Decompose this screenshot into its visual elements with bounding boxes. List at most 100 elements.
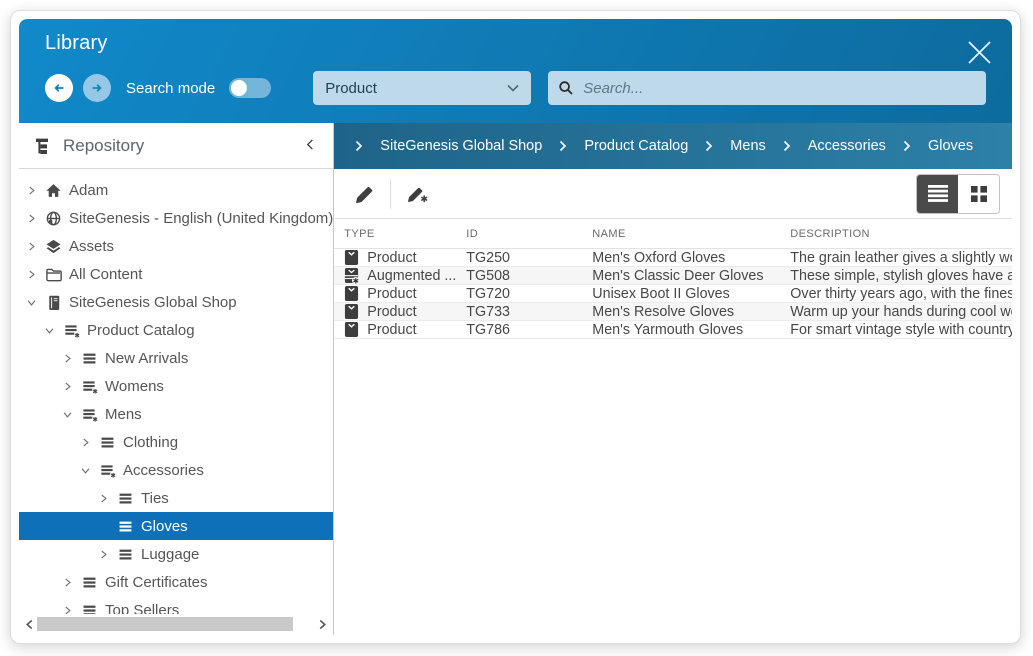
forward-arrow-icon	[89, 80, 105, 96]
chevron-right-icon[interactable]	[61, 381, 73, 392]
title-row: Library	[45, 32, 986, 55]
tree-item-label: Ties	[141, 490, 169, 507]
chevron-expanded-icon[interactable]	[43, 325, 55, 336]
chevron-right-icon[interactable]	[97, 549, 109, 560]
tree-item-luggage[interactable]: Luggage	[19, 540, 333, 568]
chevron-expanded-icon[interactable]	[25, 297, 37, 308]
breadcrumb-item-product-catalog[interactable]: Product Catalog	[584, 138, 688, 154]
tree-item-product-catalog[interactable]: Product Catalog	[19, 316, 333, 344]
cell-type: Product	[334, 321, 456, 338]
list-view-button[interactable]	[917, 175, 958, 213]
chevron-right-icon[interactable]	[25, 269, 37, 280]
breadcrumb-item-accessories[interactable]: Accessories	[808, 138, 886, 154]
chevron-right-icon[interactable]	[61, 353, 73, 364]
repository-icon	[33, 136, 53, 156]
table-row-tg733[interactable]: ProductTG733Men's Resolve GlovesWarm up …	[334, 303, 1012, 321]
breadcrumb-chevron-icon	[559, 140, 567, 152]
search-mode-toggle[interactable]	[229, 78, 271, 98]
cell-name: Unisex Boot II Gloves	[582, 286, 780, 302]
table-row-tg250[interactable]: ProductTG250Men's Oxford GlovesThe grain…	[334, 249, 1012, 267]
chevron-right-icon[interactable]	[25, 213, 37, 224]
cell-description: Warm up your hands during cool weat...	[780, 304, 1012, 320]
product-icon	[344, 249, 359, 266]
list-view-icon	[927, 184, 949, 203]
chevron-right-icon[interactable]	[61, 577, 73, 588]
chevron-right-icon[interactable]	[79, 437, 91, 448]
breadcrumb-item-gloves[interactable]: Gloves	[928, 138, 973, 154]
tree-item-label: Womens	[105, 378, 164, 395]
pencil-star-icon	[405, 183, 429, 205]
tree-item-adam[interactable]: Adam	[19, 176, 333, 204]
tree-item-label: Clothing	[123, 434, 178, 451]
chevron-right-icon[interactable]	[61, 605, 73, 615]
tree-item-accessories[interactable]: Accessories	[19, 456, 333, 484]
grid-view-button[interactable]	[958, 175, 999, 213]
search-box	[548, 71, 986, 105]
app-body: Repository AdamSiteGenesis - English (Un…	[19, 123, 1012, 635]
cell-name: Men's Classic Deer Gloves	[582, 268, 780, 284]
tree-item-ties[interactable]: Ties	[19, 484, 333, 512]
cell-name: Men's Yarmouth Gloves	[582, 322, 780, 338]
search-input[interactable]	[581, 79, 976, 98]
chevron-expanded-icon[interactable]	[79, 465, 91, 476]
sidebar-horizontal-scrollbar	[22, 616, 330, 632]
type-label: Product	[367, 286, 416, 302]
column-header-name[interactable]: NAME	[582, 228, 780, 240]
grid-view-icon	[969, 184, 989, 204]
tree-item-sitegenesis-english-united-kingdom[interactable]: SiteGenesis - English (United Kingdom)	[19, 204, 333, 232]
scroll-left-icon[interactable]	[22, 619, 37, 630]
chevron-right-icon[interactable]	[25, 241, 37, 252]
search-mode-label: Search mode	[126, 80, 215, 97]
table-row-tg508[interactable]: Augmented ...TG508Men's Classic Deer Glo…	[334, 267, 1012, 285]
home-icon	[44, 182, 62, 199]
chevron-right-icon[interactable]	[97, 493, 109, 504]
breadcrumb-item-mens[interactable]: Mens	[730, 138, 765, 154]
chevron-expanded-icon[interactable]	[61, 409, 73, 420]
cell-id: TG720	[456, 286, 582, 302]
column-header-type[interactable]: TYPE	[334, 228, 456, 240]
catalog-icon	[44, 294, 62, 311]
product-icon	[344, 285, 359, 302]
cell-type: Product	[334, 303, 456, 320]
breadcrumb-chevron-icon	[705, 140, 713, 152]
tree-item-gift-certificates[interactable]: Gift Certificates	[19, 568, 333, 596]
column-header-description[interactable]: DESCRIPTION	[780, 228, 1012, 240]
edit-button[interactable]	[348, 178, 380, 210]
cell-id: TG508	[456, 268, 582, 284]
chevron-right-icon[interactable]	[25, 185, 37, 196]
list-star-icon	[62, 322, 80, 339]
tree-item-assets[interactable]: Assets	[19, 232, 333, 260]
repository-tree: AdamSiteGenesis - English (United Kingdo…	[19, 169, 333, 614]
scrollbar-thumb[interactable]	[37, 617, 293, 631]
chevron-down-icon	[507, 84, 519, 92]
tree-item-top-sellers[interactable]: Top Sellers	[19, 596, 333, 614]
list-icon	[116, 546, 134, 563]
scrollbar-track[interactable]	[37, 617, 315, 631]
table-body: ProductTG250Men's Oxford GlovesThe grain…	[334, 249, 1012, 339]
tree-item-womens[interactable]: Womens	[19, 372, 333, 400]
tree-item-sitegenesis-global-shop[interactable]: SiteGenesis Global Shop	[19, 288, 333, 316]
close-button[interactable]	[962, 35, 996, 69]
list-icon	[80, 602, 98, 615]
tree-item-label: Mens	[105, 406, 142, 423]
cell-type: Product	[334, 285, 456, 302]
type-select[interactable]: Product	[313, 71, 531, 105]
chevron-left-icon	[304, 138, 317, 151]
breadcrumb-item-sitegenesis-global-shop[interactable]: SiteGenesis Global Shop	[380, 138, 542, 154]
scroll-right-icon[interactable]	[315, 619, 330, 630]
edit-attributes-button[interactable]	[401, 178, 433, 210]
tree-item-gloves[interactable]: Gloves	[19, 512, 333, 540]
table-row-tg720[interactable]: ProductTG720Unisex Boot II GlovesOver th…	[334, 285, 1012, 303]
forward-button[interactable]	[83, 74, 111, 102]
tree-item-clothing[interactable]: Clothing	[19, 428, 333, 456]
tree-item-new-arrivals[interactable]: New Arrivals	[19, 344, 333, 372]
tree-item-label: All Content	[69, 266, 142, 283]
sidebar-collapse-button[interactable]	[300, 134, 321, 158]
column-header-id[interactable]: ID	[456, 228, 582, 240]
tree-item-all-content[interactable]: All Content	[19, 260, 333, 288]
table-row-tg786[interactable]: ProductTG786Men's Yarmouth GlovesFor sma…	[334, 321, 1012, 339]
layers-icon	[44, 238, 62, 255]
tree-item-mens[interactable]: Mens	[19, 400, 333, 428]
back-button[interactable]	[45, 74, 73, 102]
type-label: Product	[367, 304, 416, 320]
